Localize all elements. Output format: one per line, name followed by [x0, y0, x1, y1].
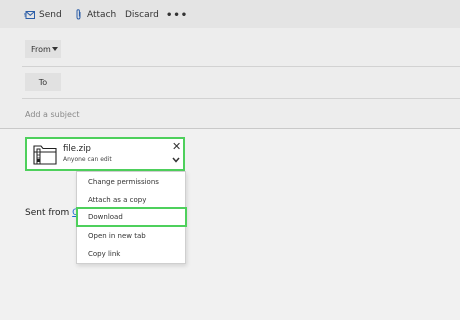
close-icon[interactable]: ✕: [172, 141, 181, 152]
chevron-down-icon[interactable]: [172, 157, 180, 163]
divider: [22, 66, 460, 67]
send-label: Send: [39, 10, 62, 20]
menu-item-label: Change permissions: [88, 178, 159, 186]
discard-button[interactable]: Discard: [125, 7, 159, 23]
more-options-button[interactable]: •••: [166, 7, 188, 23]
signature-prefix: Sent from: [25, 208, 70, 218]
menu-item-download[interactable]: Download: [76, 207, 187, 227]
divider: [22, 98, 460, 99]
zip-folder-icon: [33, 145, 57, 165]
more-options-icon: •••: [166, 9, 189, 21]
menu-item-open-new-tab[interactable]: Open in new tab: [77, 227, 185, 245]
attach-button[interactable]: Attach: [74, 7, 116, 23]
attachment-context-menu: Change permissions Attach as a copy Down…: [76, 171, 187, 264]
subject-input[interactable]: Add a subject: [25, 110, 79, 119]
send-button[interactable]: Send: [25, 7, 62, 23]
menu-item-label: Copy link: [88, 250, 121, 258]
attachment-file-name: file.zip: [63, 144, 91, 154]
to-label: To: [38, 77, 48, 87]
attachment-permission: Anyone can edit: [63, 156, 112, 163]
from-label: From: [31, 44, 51, 54]
menu-item-attach-as-copy[interactable]: Attach as a copy: [77, 191, 185, 209]
toolbar: [0, 0, 460, 28]
menu-item-label: Open in new tab: [88, 232, 146, 240]
subject-placeholder: Add a subject: [25, 110, 80, 119]
signature: Sent from O: [25, 208, 79, 218]
attach-label: Attach: [87, 10, 117, 20]
menu-item-label: Attach as a copy: [88, 196, 147, 204]
menu-item-change-permissions[interactable]: Change permissions: [77, 173, 185, 191]
menu-item-copy-link[interactable]: Copy link: [77, 245, 185, 263]
chevron-down-icon: [52, 47, 58, 51]
to-button[interactable]: To: [25, 73, 61, 91]
menu-item-label: Download: [88, 213, 123, 221]
discard-label: Discard: [125, 10, 159, 20]
